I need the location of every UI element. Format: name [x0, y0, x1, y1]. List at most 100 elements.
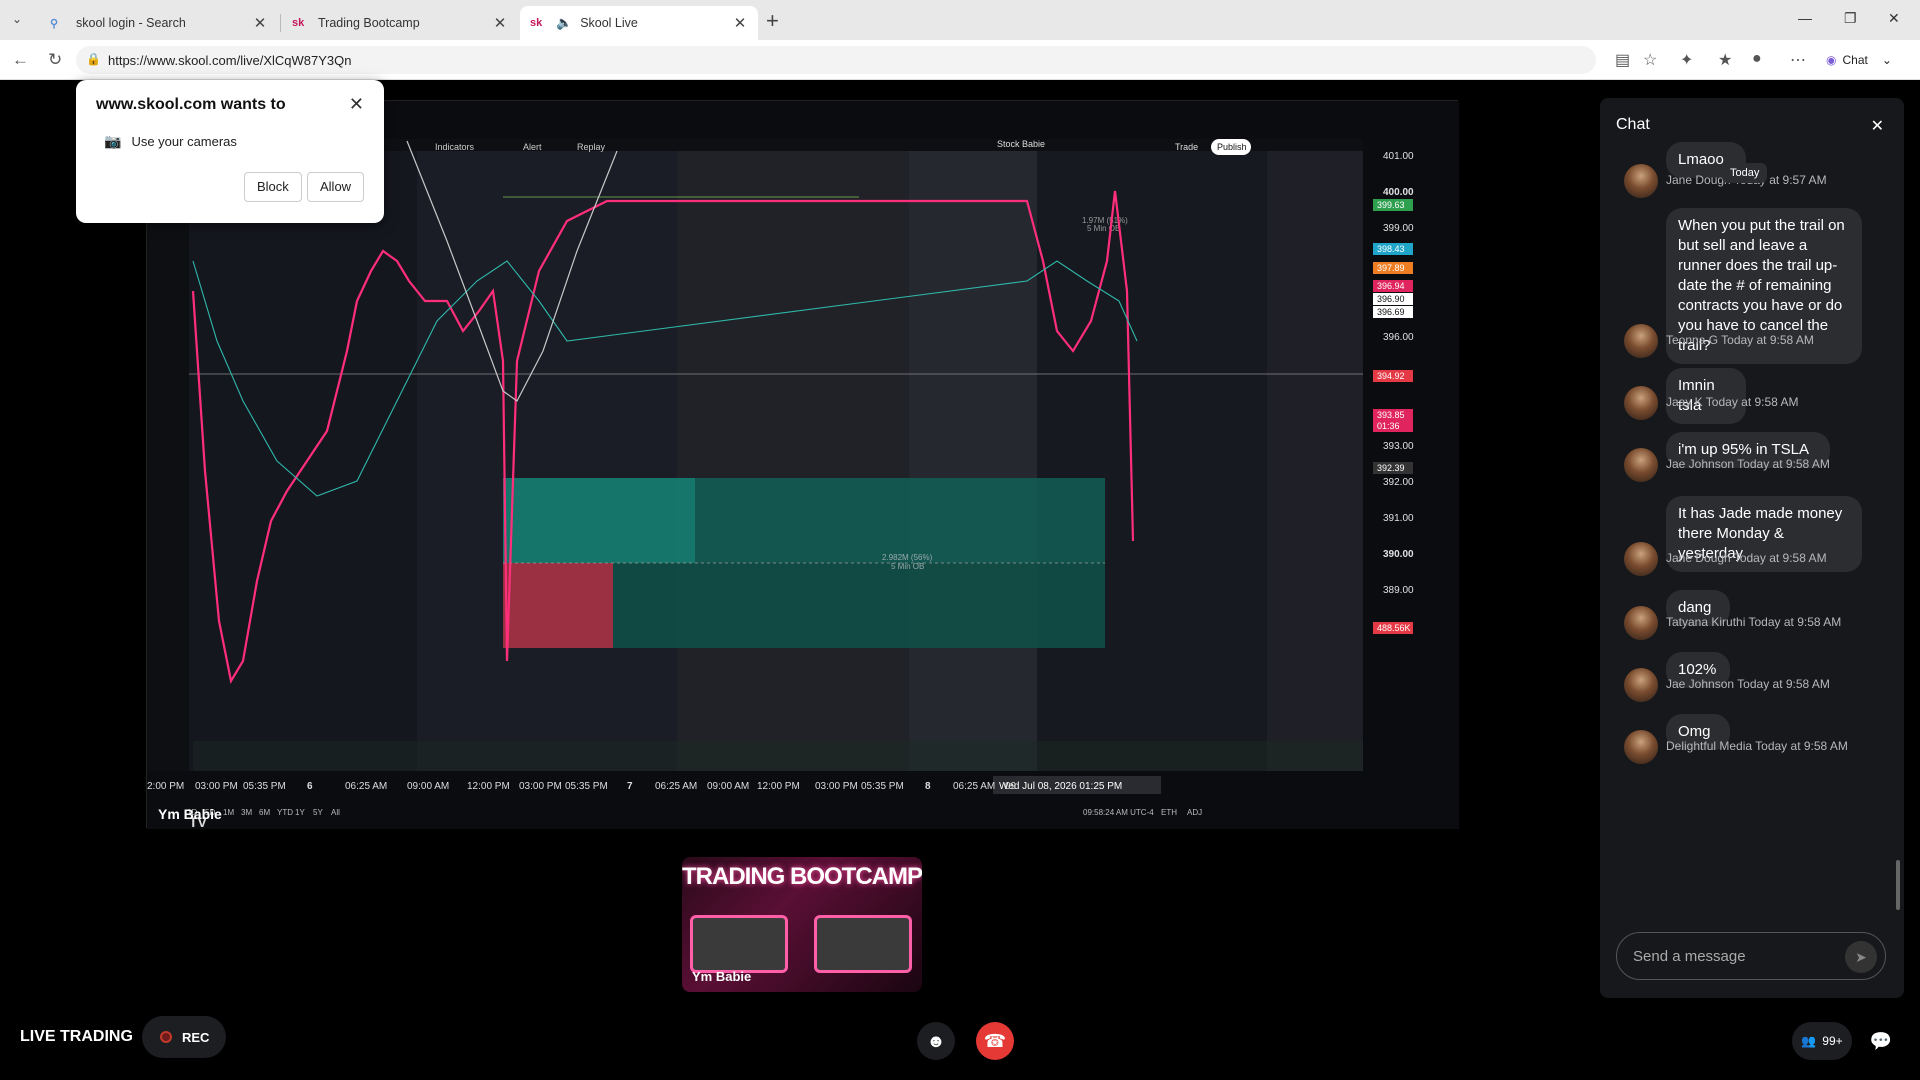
- new-tab-button[interactable]: +: [766, 8, 779, 34]
- price-tag-label: 397.89: [1377, 263, 1405, 273]
- extensions-icon[interactable]: ✦: [1680, 50, 1693, 70]
- reaction-emoji-button[interactable]: ☻: [917, 1022, 955, 1060]
- range-button-ytd[interactable]: YTD: [277, 808, 293, 817]
- avatar[interactable]: [1624, 542, 1658, 576]
- stream-thumbnail[interactable]: TRADING BOOTCAMP Ym Babie: [682, 857, 922, 992]
- host-name-label: Ym Babie: [158, 806, 222, 822]
- price-tick-label: 391.00: [1383, 513, 1414, 524]
- chart-replay-button[interactable]: Replay: [577, 142, 606, 152]
- range-button-1m[interactable]: 1M: [223, 808, 234, 817]
- refresh-icon[interactable]: ↻: [48, 50, 62, 70]
- range-button-5y[interactable]: 5Y: [313, 808, 323, 817]
- back-icon[interactable]: ←: [12, 50, 29, 70]
- time-tick-label: 09:00 AM: [407, 781, 449, 792]
- favorites-icon[interactable]: ★: [1718, 50, 1732, 70]
- time-tick-label: 06:25 AM: [345, 781, 387, 792]
- chat-title: Chat: [1616, 116, 1650, 133]
- message-input[interactable]: Send a message ➤: [1616, 932, 1886, 980]
- participants-button[interactable]: 👥 99+: [1792, 1022, 1852, 1060]
- chat-message-meta: Teonna G Today at 9:58 AM: [1666, 333, 1814, 347]
- range-button-all[interactable]: All: [331, 808, 340, 817]
- tab-list-dropdown[interactable]: ⌄: [12, 12, 22, 26]
- chart-indicators-button[interactable]: Indicators: [435, 142, 475, 152]
- avatar[interactable]: [1624, 324, 1658, 358]
- tab-label: skool login - Search: [76, 16, 186, 30]
- url-field[interactable]: 🔒 https://www.skool.com/live/XlCqW87Y3Qn: [76, 46, 1596, 74]
- time-tick-label: 05:35 PM: [861, 781, 904, 792]
- close-tab-icon[interactable]: ✕: [732, 14, 748, 32]
- tab-skool-login-search[interactable]: ⚲ skool login - Search ✕: [40, 6, 278, 40]
- block-button[interactable]: Block: [244, 172, 302, 202]
- avatar[interactable]: [1624, 730, 1658, 764]
- avatar[interactable]: [1624, 606, 1658, 640]
- record-button[interactable]: REC: [142, 1016, 226, 1058]
- time-tick-label: 06:25 AM: [953, 781, 995, 792]
- price-tick-label: 390.00: [1383, 549, 1414, 560]
- thumbnail-host-name: Ym Babie: [692, 969, 752, 984]
- tab-label: Trading Bootcamp: [318, 16, 420, 30]
- time-tick-label: 05:35 PM: [565, 781, 608, 792]
- avatar[interactable]: [1624, 164, 1658, 198]
- close-tab-icon[interactable]: ✕: [252, 14, 268, 32]
- tab-trading-bootcamp[interactable]: sk Trading Bootcamp ✕: [282, 6, 518, 40]
- restore-icon[interactable]: ❐: [1844, 10, 1857, 27]
- close-icon[interactable]: ✕: [349, 94, 364, 115]
- chart-eth-toggle[interactable]: ETH: [1161, 808, 1177, 817]
- crosshair-time-label: Wed Jul 08, 2026 01:25 PM: [999, 781, 1122, 792]
- chat-toggle-icon[interactable]: 💬: [1862, 1022, 1900, 1060]
- chevron-down-icon: ⌄: [1881, 53, 1892, 67]
- price-tick-label: 399.00: [1383, 223, 1414, 234]
- address-bar-row: ← ↻ 🔒 https://www.skool.com/live/XlCqW87…: [0, 40, 1920, 80]
- live-controls-bar: LIVE TRADING REC ☻ ☎ 👥 99+ 💬: [0, 1000, 1920, 1080]
- chat-message-meta: Tatyana Kiruthi Today at 9:58 AM: [1666, 615, 1842, 629]
- range-button-3m[interactable]: 3M: [241, 808, 252, 817]
- allow-button[interactable]: Allow: [307, 172, 365, 202]
- speaker-icon[interactable]: 🔈: [556, 15, 572, 31]
- tab-skool-live[interactable]: sk 🔈 Skool Live ✕: [520, 6, 758, 40]
- price-tag-label: 392.39: [1377, 463, 1405, 473]
- price-tag-label: 394.92: [1377, 371, 1405, 381]
- live-title: LIVE TRADING: [20, 1028, 133, 1045]
- chart-trade-button[interactable]: Trade: [1175, 142, 1198, 152]
- tab-separator: [280, 14, 281, 32]
- avatar[interactable]: [1624, 448, 1658, 482]
- skool-favicon-icon: sk: [530, 17, 543, 29]
- chat-scrollbar[interactable]: [1896, 860, 1900, 910]
- record-label: REC: [182, 1029, 210, 1045]
- chart-layout-name[interactable]: Stock Babie: [997, 139, 1045, 149]
- range-button-6m[interactable]: 6M: [259, 808, 270, 817]
- favorite-star-icon[interactable]: ☆: [1643, 50, 1657, 70]
- lock-icon[interactable]: 🔒: [86, 52, 101, 66]
- price-tag-label: 398.43: [1377, 244, 1405, 254]
- chat-message-meta: Jaay K Today at 9:58 AM: [1666, 395, 1799, 409]
- copilot-icon: ◉: [1826, 53, 1837, 67]
- profile-avatar-icon[interactable]: ●: [1752, 50, 1762, 68]
- close-window-icon[interactable]: ✕: [1888, 10, 1900, 27]
- range-button-1y[interactable]: 1Y: [295, 808, 305, 817]
- chart-status-time: 09:58:24 AM UTC-4: [1083, 808, 1154, 817]
- tab-label: Skool Live: [580, 16, 638, 30]
- reader-icon[interactable]: ▤: [1615, 50, 1630, 70]
- chat-message-meta: Jae Johnson Today at 9:58 AM: [1666, 677, 1830, 691]
- chart-alert-button[interactable]: Alert: [523, 142, 542, 152]
- close-chat-icon[interactable]: ✕: [1871, 116, 1884, 136]
- record-icon: [160, 1031, 172, 1043]
- chat-button-label: Chat: [1842, 53, 1868, 67]
- close-tab-icon[interactable]: ✕: [492, 14, 508, 32]
- copilot-chat-button[interactable]: ◉ Chat ⌄: [1826, 48, 1892, 72]
- avatar[interactable]: [1624, 668, 1658, 702]
- chart-adj-toggle[interactable]: ADJ: [1187, 808, 1202, 817]
- price-tick-label: 396.00: [1383, 332, 1414, 343]
- avatar[interactable]: [1624, 386, 1658, 420]
- time-tick-label: 7: [627, 781, 633, 792]
- more-icon[interactable]: ⋯: [1790, 50, 1806, 70]
- chat-panel: Chat ✕ LmaooJane Dough Today at 9:57 AMW…: [1600, 98, 1904, 998]
- leave-call-button[interactable]: ☎: [976, 1022, 1014, 1060]
- minimize-icon[interactable]: —: [1798, 10, 1812, 26]
- send-icon[interactable]: ➤: [1845, 941, 1877, 973]
- camera-icon: 📷: [104, 133, 122, 149]
- chat-message-meta: Delightful Media Today at 9:58 AM: [1666, 739, 1848, 753]
- browser-tab-bar: ⌄ ⚲ skool login - Search ✕ sk Trading Bo…: [0, 0, 1920, 40]
- message-input-placeholder: Send a message: [1633, 947, 1746, 965]
- time-tick-label: 03:00 PM: [195, 781, 238, 792]
